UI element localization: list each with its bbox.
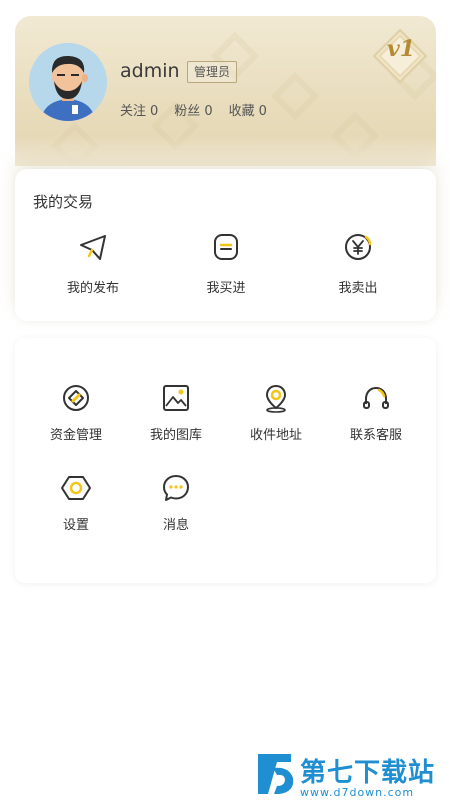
trade-item-sold[interactable]: 我卖出 <box>313 231 403 296</box>
avatar[interactable] <box>29 43 107 121</box>
menu-item-messages[interactable]: 消息 <box>131 472 221 533</box>
watermark-url: www.d7down.com <box>300 786 415 799</box>
trade-card: 我的交易 我的发布 我买进 我卖出 <box>15 169 436 321</box>
menu-item-label: 收件地址 <box>249 428 302 443</box>
stat-label: 粉丝 <box>174 104 201 119</box>
stat-label: 收藏 <box>228 104 255 119</box>
gallery-icon <box>163 385 189 411</box>
menu-card: 资金管理 我的图库 收件地址 联系客服 设置 消息 <box>15 338 436 583</box>
stat-label: 关注 <box>120 104 147 119</box>
yen-coin-icon <box>345 234 372 260</box>
avatar-image <box>29 43 107 121</box>
menu-item-label: 设置 <box>62 518 89 533</box>
menu-item-address[interactable]: 收件地址 <box>231 382 321 443</box>
settings-icon <box>61 476 91 500</box>
stat-value: 0 <box>204 104 213 119</box>
trade-item-published[interactable]: 我的发布 <box>48 231 138 296</box>
stat-favorites[interactable]: 收藏 0 <box>229 100 267 119</box>
role-badge: 管理员 <box>187 61 238 83</box>
username: admin <box>120 60 180 82</box>
trade-item-label: 我买进 <box>206 281 246 296</box>
menu-item-label: 资金管理 <box>49 428 102 443</box>
message-icon <box>163 475 189 501</box>
headset-icon <box>363 386 389 409</box>
send-icon <box>80 235 106 260</box>
menu-item-label: 联系客服 <box>349 428 402 443</box>
watermark-title: 第七下载站 <box>300 758 436 788</box>
menu-item-customer-service[interactable]: 联系客服 <box>331 382 421 443</box>
funds-icon <box>63 385 89 411</box>
level-label: v1 <box>387 36 416 62</box>
menu-item-funds[interactable]: 资金管理 <box>31 382 121 443</box>
stat-following[interactable]: 关注 0 <box>120 100 158 119</box>
profile-card: admin 管理员 关注 0 粉丝 0 收藏 0 v1 <box>15 16 436 166</box>
wallet-icon <box>214 234 238 260</box>
location-icon <box>265 384 287 413</box>
menu-item-label: 我的图库 <box>149 428 202 443</box>
stat-value: 0 <box>258 104 267 119</box>
trade-item-bought[interactable]: 我买进 <box>181 231 271 296</box>
trade-item-label: 我卖出 <box>338 281 378 296</box>
profile-stats: 关注 0 粉丝 0 收藏 0 <box>120 100 267 119</box>
menu-item-settings[interactable]: 设置 <box>31 472 121 533</box>
menu-item-gallery[interactable]: 我的图库 <box>131 382 221 443</box>
menu-item-label: 消息 <box>162 518 189 533</box>
trade-item-label: 我的发布 <box>66 281 119 296</box>
stat-value: 0 <box>150 104 159 119</box>
section-title: 我的交易 <box>33 193 94 211</box>
stat-followers[interactable]: 粉丝 0 <box>174 100 212 119</box>
